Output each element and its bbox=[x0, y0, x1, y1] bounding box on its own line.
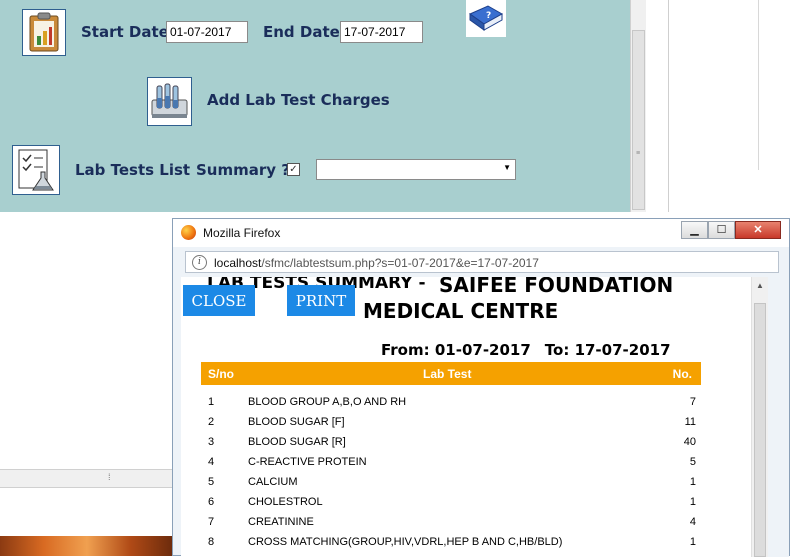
cell-lab-test: CHOLESTROL bbox=[248, 496, 323, 508]
window-titlebar[interactable]: Mozilla Firefox ▁ ☐ ✕ bbox=[173, 219, 789, 247]
url-path: /sfmc/labtestsum.php?s=01-07-2017&e=17-0… bbox=[261, 256, 539, 270]
background-window-edge bbox=[758, 0, 790, 170]
add-lab-test-charges-link[interactable]: Add Lab Test Charges bbox=[207, 91, 390, 109]
column-header-lab-test: Lab Test bbox=[423, 367, 472, 381]
summary-label: Summary ? bbox=[196, 161, 290, 179]
cell-sno: 6 bbox=[208, 496, 215, 508]
panel-side-strip bbox=[646, 0, 669, 212]
cell-sno: 8 bbox=[208, 536, 215, 548]
minimize-button[interactable]: ▁ bbox=[681, 221, 708, 239]
cell-lab-test: CREATININE bbox=[248, 516, 314, 528]
table-row: 8 CROSS MATCHING(GROUP,HIV,VDRL,HEP B AND… bbox=[201, 533, 701, 553]
print-button[interactable]: PRINT bbox=[287, 285, 355, 316]
panel-scrollbar[interactable]: ≡ bbox=[630, 0, 647, 212]
cell-sno: 4 bbox=[208, 456, 215, 468]
cell-count: 40 bbox=[683, 436, 696, 448]
clipboard-chart-icon bbox=[29, 12, 59, 52]
column-header-count: No. bbox=[672, 367, 692, 381]
report-icon-button[interactable] bbox=[22, 9, 66, 56]
report-page: LAB TESTS SUMMARY - SAIFEE FOUNDATION ME… bbox=[181, 277, 751, 557]
cell-sno: 3 bbox=[208, 436, 215, 448]
end-date-label: End Date bbox=[263, 23, 340, 41]
table-row: 7 CREATININE 4 bbox=[201, 513, 701, 533]
cell-sno: 7 bbox=[208, 516, 215, 528]
cell-count: 4 bbox=[689, 516, 696, 528]
firefox-popup-window: Mozilla Firefox ▁ ☐ ✕ i localhost/sfmc/l… bbox=[172, 218, 790, 557]
cell-count: 5 bbox=[689, 456, 696, 468]
close-window-button[interactable]: ✕ bbox=[735, 221, 781, 239]
chevron-down-icon: ▼ bbox=[503, 163, 511, 172]
info-icon[interactable]: i bbox=[192, 255, 207, 270]
background-image-strip bbox=[0, 536, 174, 556]
end-date-input[interactable] bbox=[340, 21, 423, 43]
cell-lab-test: CROSS MATCHING(GROUP,HIV,VDRL,HEP B AND … bbox=[248, 536, 563, 548]
table-row: 3 BLOOD SUGAR [R] 40 bbox=[201, 433, 701, 453]
scroll-grip-icon: ≡ bbox=[635, 150, 641, 157]
table-row: 5 CALCIUM 1 bbox=[201, 473, 701, 493]
cell-count: 1 bbox=[689, 476, 696, 488]
lab-tests-list-link[interactable]: Lab Tests List bbox=[75, 161, 190, 179]
cell-lab-test: C-REACTIVE PROTEIN bbox=[248, 456, 367, 468]
report-org-name: SAIFEE FOUNDATION bbox=[439, 277, 674, 297]
table-row: 1 BLOOD GROUP A,B,O AND RH 7 bbox=[201, 393, 701, 413]
window-title: Mozilla Firefox bbox=[203, 226, 281, 240]
url-text: localhost/sfmc/labtestsum.php?s=01-07-20… bbox=[214, 256, 539, 270]
cell-lab-test: BLOOD SUGAR [R] bbox=[248, 436, 346, 448]
cell-sno: 1 bbox=[208, 396, 215, 408]
add-lab-test-charges-icon-button[interactable] bbox=[147, 77, 192, 126]
cell-count: 7 bbox=[689, 396, 696, 408]
help-book-button[interactable]: ? bbox=[466, 0, 506, 37]
page-scrollbar-thumb[interactable] bbox=[754, 303, 766, 557]
from-date: From: 01-07-2017 bbox=[381, 341, 531, 359]
scroll-grip-icon: ⁞ bbox=[108, 472, 111, 482]
window-frame-right bbox=[768, 277, 789, 557]
table-header: S/no Lab Test No. bbox=[201, 362, 701, 385]
report-panel: Start Date End Date ? Add Lab Test Charg… bbox=[0, 0, 630, 212]
scroll-up-arrow-icon[interactable]: ▲ bbox=[756, 281, 764, 290]
horizontal-scrollbar[interactable]: ⁞ bbox=[0, 469, 174, 488]
to-date: To: 17-07-2017 bbox=[544, 341, 671, 359]
lab-tests-list-icon-button[interactable] bbox=[12, 145, 60, 195]
start-date-label: Start Date bbox=[81, 23, 169, 41]
checklist-flask-icon bbox=[18, 149, 54, 191]
url-host: localhost bbox=[214, 256, 262, 270]
table-row: 2 BLOOD SUGAR [F] 11 bbox=[201, 413, 701, 433]
maximize-button[interactable]: ☐ bbox=[708, 221, 735, 239]
report-date-range: From: 01-07-2017 To: 17-07-2017 bbox=[381, 341, 671, 359]
start-date-input[interactable] bbox=[166, 21, 248, 43]
address-bar[interactable]: i localhost/sfmc/labtestsum.php?s=01-07-… bbox=[185, 251, 779, 273]
cell-sno: 5 bbox=[208, 476, 215, 488]
firefox-logo-icon bbox=[181, 225, 196, 240]
help-book-icon: ? bbox=[468, 5, 504, 31]
close-button[interactable]: CLOSE bbox=[183, 285, 255, 316]
cell-lab-test: BLOOD SUGAR [F] bbox=[248, 416, 345, 428]
cell-lab-test: BLOOD GROUP A,B,O AND RH bbox=[248, 396, 407, 408]
cell-sno: 2 bbox=[208, 416, 215, 428]
column-header-sno: S/no bbox=[208, 367, 234, 381]
cell-lab-test: CALCIUM bbox=[248, 476, 298, 488]
cell-count: 11 bbox=[684, 416, 696, 428]
cell-count: 1 bbox=[689, 536, 696, 548]
report-org-name-line2: MEDICAL CENTRE bbox=[363, 299, 559, 323]
panel-scrollbar-thumb[interactable] bbox=[632, 30, 645, 210]
table-row: 4 C-REACTIVE PROTEIN 5 bbox=[201, 453, 701, 473]
page-scrollbar[interactable]: ▲ bbox=[751, 277, 768, 557]
summary-checkbox[interactable]: ✓ bbox=[287, 163, 300, 176]
cell-count: 1 bbox=[689, 496, 696, 508]
summary-dropdown[interactable]: ▼ bbox=[316, 159, 516, 180]
table-row: 6 CHOLESTROL 1 bbox=[201, 493, 701, 513]
svg-text:?: ? bbox=[486, 11, 491, 21]
lab-tubes-icon bbox=[151, 83, 188, 118]
